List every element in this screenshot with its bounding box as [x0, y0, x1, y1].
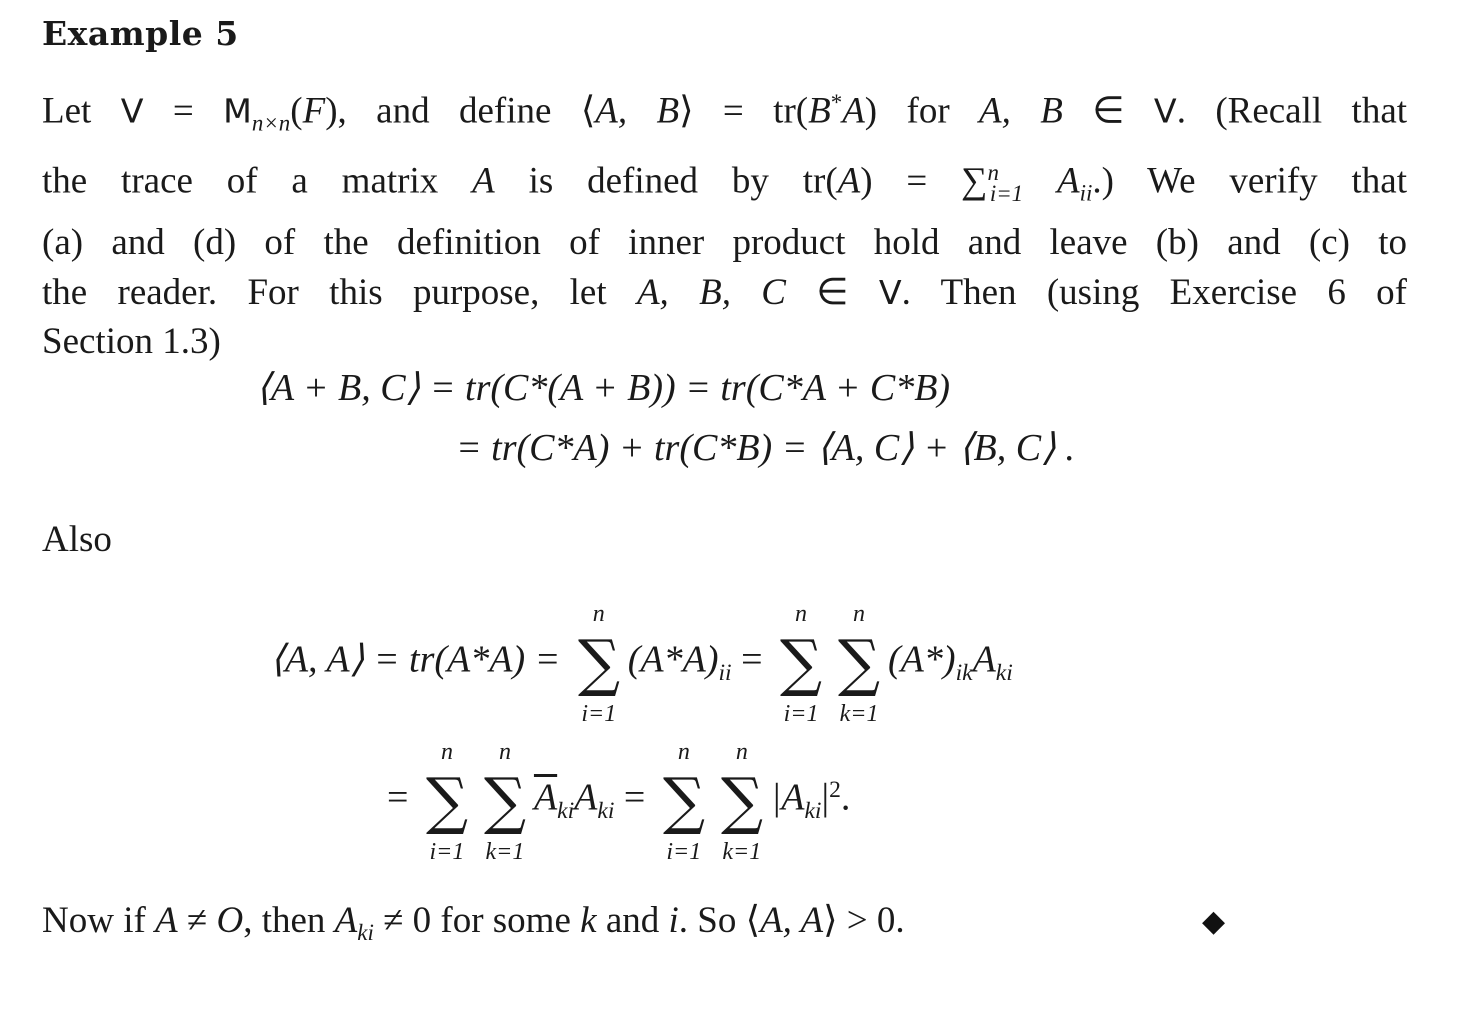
also-text: Also — [42, 519, 112, 560]
summation-operator: n ∑ i=1 — [577, 601, 620, 727]
equation-additivity-line-2: = tr(C*A) + tr(C*B) = ⟨A, C⟩ + ⟨B, C⟩ . — [456, 427, 1075, 469]
paragraph-line-5: Section 1.3) — [42, 321, 221, 363]
paragraph-line-1: Let V = Mn×n(F), and define ⟨A, B⟩ = tr(… — [42, 90, 1408, 136]
paragraph-line-3: (a) and (d) of the definition of inner p… — [42, 222, 1407, 264]
equation-additivity-line-1: ⟨A + B, C⟩ = tr(C*(A + B)) = tr(C*A + C*… — [256, 367, 951, 409]
conclusion-text: Now if A ≠ O, then Aki ≠ 0 for some k an… — [42, 900, 905, 946]
example-heading: Example 5 — [42, 14, 239, 53]
intro-paragraph: Let V = Mn×n(F), and define ⟨A, B⟩ = tr(… — [42, 78, 1407, 367]
summation-operator: n ∑ i=1 — [779, 601, 823, 727]
paragraph-line-2: the trace of a matrix A is defined by tr… — [42, 160, 1407, 206]
equation-positivity-line-2: = n ∑ i=1 n ∑ k=1 AkiAki = n ∑ i=1 n ∑ k=1 |Aki|2. — [387, 739, 851, 865]
summation-operator: n ∑ k=1 — [720, 739, 763, 865]
paragraph-line-4: the reader. For this purpose, let A, B, … — [42, 271, 1407, 313]
equation-positivity-line-1: ⟨A, A⟩ = tr(A*A) = n ∑ i=1 (A*A)ii = n ∑ i=1 n… — [270, 601, 1013, 727]
summation-operator: n ∑ k=1 — [483, 739, 526, 865]
summation-operator: n ∑ k=1 — [837, 601, 881, 727]
summation-operator: n ∑ i=1 — [662, 739, 705, 865]
end-of-example-diamond-icon: ◆ — [1202, 904, 1226, 939]
summation-operator: n ∑ i=1 — [425, 739, 468, 865]
